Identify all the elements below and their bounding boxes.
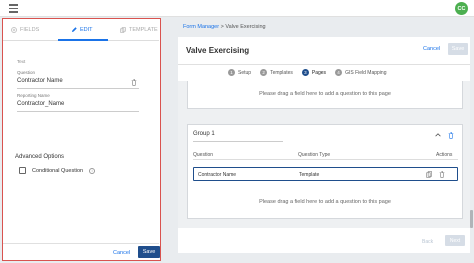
reporting-name-input[interactable]: Contractor_Name — [17, 100, 139, 112]
step-label: Setup — [238, 69, 252, 76]
conditional-question-checkbox[interactable] — [19, 167, 26, 174]
info-icon[interactable]: i — [89, 167, 96, 174]
drop-zone[interactable]: Please drag a field here to add a questi… — [187, 81, 463, 109]
wizard-stepper: 1 Setup 2 Templates 3 Pages 4 GIS Field … — [228, 69, 395, 76]
step-templates[interactable]: 2 Templates — [260, 69, 293, 76]
group-title[interactable]: Group 1 — [193, 131, 215, 137]
copy-icon[interactable] — [426, 171, 432, 178]
column-header-question-type: Question Type — [298, 152, 331, 158]
active-tab-indicator — [58, 39, 108, 41]
breadcrumb-current: Valve Exercising — [225, 24, 266, 30]
tab-fields[interactable]: FIELDS — [11, 27, 39, 33]
tab-template[interactable]: TEMPLATE — [120, 27, 158, 33]
reporting-name-label: Reporting Name — [17, 93, 50, 98]
table-row[interactable]: Contractor Name Template — [193, 167, 458, 181]
conditional-question-label: Conditional Question — [32, 167, 84, 174]
step-number: 1 — [228, 69, 235, 76]
step-number: 4 — [335, 69, 343, 76]
drop-zone-text: Please drag a field here to add a questi… — [259, 199, 391, 205]
question-input[interactable]: Contractor Name — [17, 77, 139, 89]
tab-edit[interactable]: EDIT — [71, 27, 93, 33]
column-header-question: Question — [193, 152, 214, 158]
editor-footer — [3, 243, 159, 260]
question-cell: Contractor Name — [198, 172, 237, 178]
column-header-actions: Actions — [436, 152, 453, 158]
field-type-label: Text — [17, 59, 26, 64]
question-group: Group 1 Question Question Type Actions C… — [187, 124, 463, 219]
tab-template-label: TEMPLATE — [129, 27, 158, 33]
form-cancel-button[interactable]: Cancel — [423, 46, 440, 52]
plus-circle-icon — [11, 27, 17, 33]
chevron-up-icon[interactable] — [435, 133, 441, 137]
step-gis-field-mapping[interactable]: 4 GIS Field Mapping — [335, 69, 386, 76]
drop-zone-text: Please drag a field here to add a questi… — [259, 91, 391, 97]
next-button[interactable]: Next — [445, 235, 465, 246]
page-canvas: Please drag a field here to add a questi… — [178, 81, 470, 228]
hamburger-icon[interactable] — [9, 4, 18, 13]
avatar[interactable]: CC — [455, 2, 468, 15]
tab-edit-label: EDIT — [80, 27, 93, 33]
step-label: Templates — [270, 69, 293, 76]
top-bar: CC — [0, 0, 474, 17]
form-builder-panel: Valve Exercising Cancel Save 1 Setup 2 T… — [178, 37, 470, 253]
advanced-options-heading: Advanced Options — [15, 154, 65, 160]
trash-icon[interactable] — [448, 132, 454, 139]
breadcrumb-root[interactable]: Form Manager — [183, 24, 219, 30]
save-button[interactable]: Save — [138, 246, 160, 258]
breadcrumb: Form Manager > Valve Exercising — [183, 24, 266, 30]
breadcrumb-separator: > — [220, 24, 224, 30]
step-setup[interactable]: 1 Setup — [228, 69, 251, 76]
step-label: Pages — [311, 69, 327, 76]
trash-icon[interactable] — [439, 171, 445, 178]
field-editor-panel: FIELDS EDIT TEMPLATE Text Question Contr… — [2, 18, 161, 261]
step-pages[interactable]: 3 Pages — [301, 69, 327, 76]
editor-tabs: FIELDS EDIT TEMPLATE — [3, 19, 159, 41]
cancel-button[interactable]: Cancel — [113, 250, 130, 256]
form-save-button[interactable]: Save — [448, 43, 468, 55]
copy-icon — [120, 27, 126, 33]
pencil-icon — [71, 27, 77, 33]
question-label: Question — [17, 70, 36, 75]
header-divider — [193, 159, 458, 160]
group-title-underline — [193, 141, 283, 142]
divider — [178, 64, 470, 65]
tab-fields-label: FIELDS — [20, 27, 40, 33]
step-number: 2 — [260, 69, 268, 76]
question-type-cell: Template — [299, 172, 320, 178]
conditional-question-option: Conditional Question i — [19, 167, 96, 174]
page-title: Valve Exercising — [186, 46, 250, 55]
trash-icon[interactable] — [131, 79, 137, 86]
step-number: 3 — [301, 69, 309, 76]
step-label: GIS Field Mapping — [345, 69, 387, 76]
scrollbar[interactable] — [470, 210, 473, 228]
back-button[interactable]: Back — [422, 239, 433, 245]
